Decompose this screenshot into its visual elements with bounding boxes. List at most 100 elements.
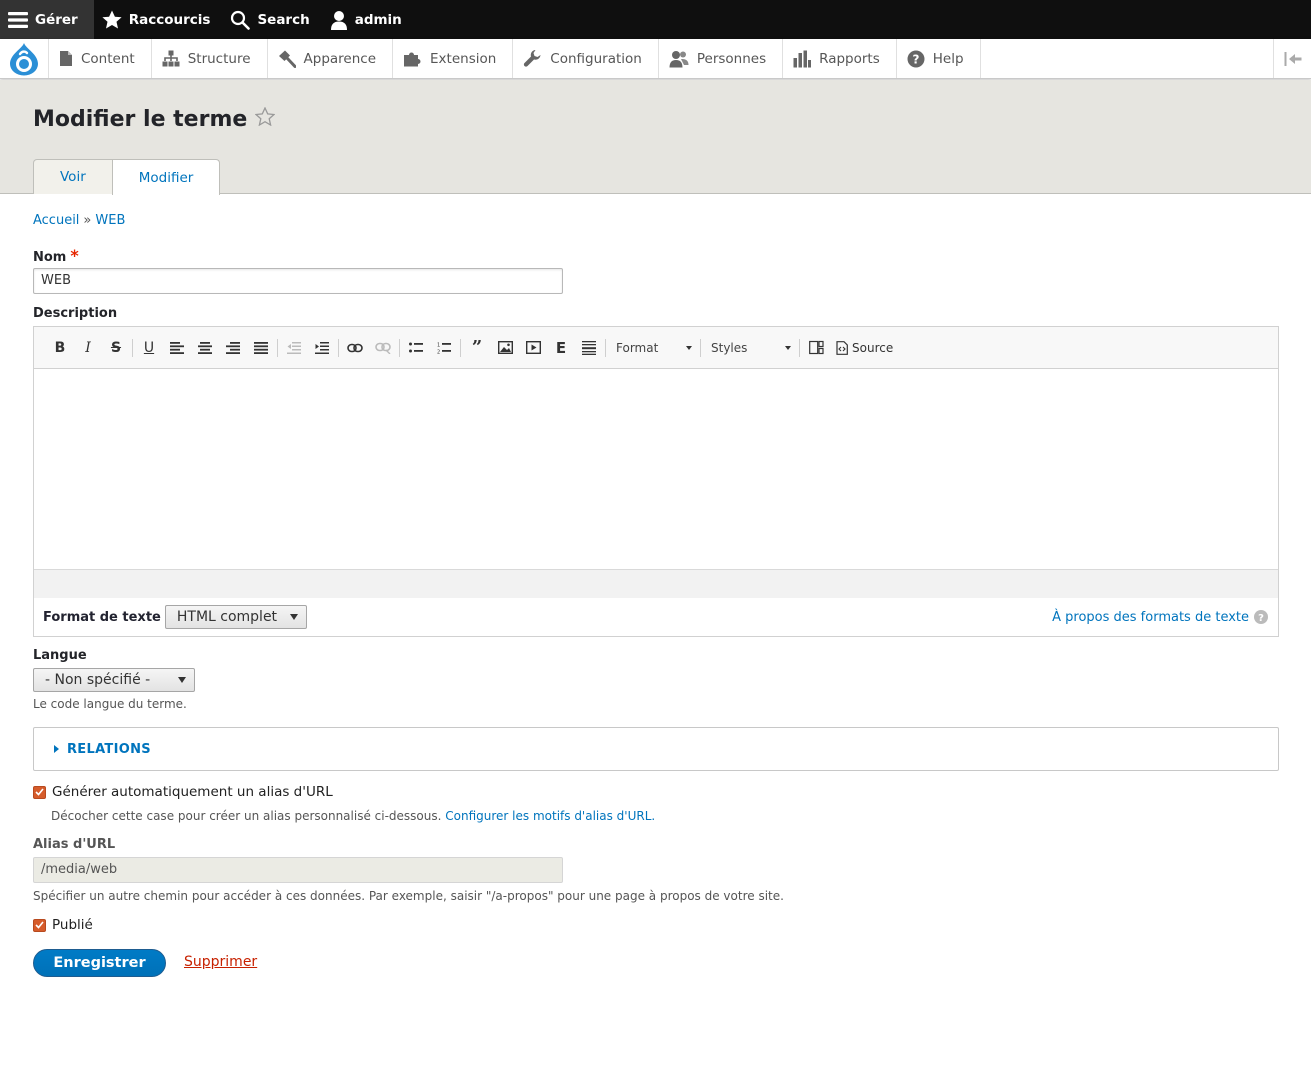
toolbar-manage[interactable]: Gérer bbox=[0, 0, 94, 39]
text-format-value: HTML complet bbox=[176, 609, 278, 625]
tab-view[interactable]: Voir bbox=[33, 159, 113, 194]
page-header: Modifier le terme Voir Modifier bbox=[0, 80, 1311, 195]
pathauto-label: Générer automatiquement un alias d'URL bbox=[52, 784, 333, 800]
video-icon bbox=[525, 341, 541, 354]
tray-item-label: Help bbox=[932, 50, 964, 67]
toolbar-user[interactable]: admin bbox=[322, 0, 414, 39]
tray-item-help[interactable]: ? Help bbox=[897, 39, 981, 78]
underline-icon: U bbox=[143, 339, 155, 356]
admin-toolbar: Gérer Raccourcis Search admin bbox=[0, 0, 1311, 39]
tray-item-label: Apparence bbox=[303, 50, 377, 67]
star-icon bbox=[102, 10, 122, 29]
chevron-down-icon bbox=[289, 614, 298, 620]
alias-field[interactable]: /media/web bbox=[33, 857, 563, 883]
embed-entity-button[interactable]: E bbox=[547, 335, 575, 361]
media-embed-button[interactable] bbox=[519, 335, 547, 361]
outdent-button[interactable] bbox=[280, 335, 308, 361]
tray-item-configuration[interactable]: Configuration bbox=[513, 39, 659, 78]
tray-item-people[interactable]: Personnes bbox=[659, 39, 784, 78]
name-field[interactable]: WEB bbox=[33, 268, 563, 294]
link-button[interactable] bbox=[341, 335, 369, 361]
relations-summary: RELATIONS bbox=[67, 741, 151, 757]
breadcrumb-current[interactable]: WEB bbox=[95, 213, 125, 228]
page-title: Modifier le terme bbox=[33, 106, 276, 132]
text-format-help: À propos des formats de texte ? bbox=[1052, 610, 1268, 625]
italic-button[interactable]: I bbox=[74, 335, 102, 361]
puzzle-icon bbox=[403, 50, 422, 67]
tray-item-appearance[interactable]: Apparence bbox=[268, 39, 394, 78]
save-button[interactable]: Enregistrer bbox=[33, 949, 166, 977]
blockquote-button[interactable]: ” bbox=[463, 335, 491, 361]
show-blocks-button[interactable] bbox=[802, 335, 830, 361]
language-select[interactable]: - Non spécifié - bbox=[33, 668, 195, 692]
tray-item-structure[interactable]: Structure bbox=[152, 39, 268, 78]
relations-details[interactable]: RELATIONS bbox=[33, 727, 1279, 771]
language-label: Langue bbox=[33, 648, 87, 663]
tab-edit[interactable]: Modifier bbox=[111, 159, 221, 195]
toolbar-search[interactable]: Search bbox=[222, 0, 321, 39]
admin-tray: Content Structure Apparence Extension Co… bbox=[0, 39, 1311, 79]
svg-text:?: ? bbox=[912, 52, 919, 66]
justify-button[interactable] bbox=[247, 335, 275, 361]
checkmark-icon bbox=[35, 921, 44, 929]
wrench-icon bbox=[523, 49, 542, 68]
name-label: Nom * bbox=[33, 246, 79, 265]
horizontal-rule-button[interactable] bbox=[575, 335, 603, 361]
bulleted-list-button[interactable] bbox=[402, 335, 430, 361]
align-center-button[interactable] bbox=[191, 335, 219, 361]
drupal-logo[interactable] bbox=[0, 39, 49, 78]
help-icon: ? bbox=[907, 50, 925, 68]
editor-content-area[interactable] bbox=[34, 369, 1278, 569]
breadcrumb: Accueil » WEB bbox=[33, 213, 125, 228]
indent-button[interactable] bbox=[308, 335, 336, 361]
toolbar-shortcuts[interactable]: Raccourcis bbox=[94, 0, 223, 39]
pathauto-checkbox[interactable] bbox=[33, 785, 46, 799]
align-center-icon bbox=[198, 341, 212, 354]
unlink-button[interactable] bbox=[369, 335, 397, 361]
show-blocks-icon bbox=[808, 340, 824, 355]
toolbar-user-label: admin bbox=[354, 11, 402, 28]
tray-item-reports[interactable]: Rapports bbox=[783, 39, 897, 78]
align-left-button[interactable] bbox=[163, 335, 191, 361]
underline-button[interactable]: U bbox=[135, 335, 163, 361]
svg-text:2: 2 bbox=[437, 349, 440, 354]
format-combo[interactable]: Format bbox=[608, 335, 698, 361]
strike-button[interactable]: S bbox=[102, 335, 130, 361]
horizontal-rule-icon bbox=[582, 340, 596, 355]
strikethrough-icon: S bbox=[110, 339, 122, 356]
people-icon bbox=[669, 50, 689, 68]
tray-item-extension[interactable]: Extension bbox=[393, 39, 514, 78]
tray-orientation-toggle[interactable] bbox=[1273, 39, 1311, 78]
pathauto-config-link[interactable]: Configurer les motifs d'alias d'URL. bbox=[445, 809, 655, 823]
breadcrumb-home[interactable]: Accueil bbox=[33, 213, 79, 228]
numbered-list-button[interactable]: 12 bbox=[430, 335, 458, 361]
text-format-select[interactable]: HTML complet bbox=[164, 605, 307, 629]
published-checkbox[interactable] bbox=[33, 918, 46, 932]
tray-item-label: Personnes bbox=[696, 50, 767, 67]
breadcrumb-separator: » bbox=[83, 213, 92, 228]
svg-text:?: ? bbox=[1258, 613, 1264, 624]
alias-label: Alias d'URL bbox=[33, 837, 116, 852]
pathauto-description: Décocher cette case pour créer un alias … bbox=[51, 809, 655, 823]
chevron-down-icon bbox=[686, 345, 692, 350]
triangle-right-icon bbox=[54, 745, 59, 753]
language-value: - Non spécifié - bbox=[45, 672, 151, 688]
bold-button[interactable]: B bbox=[46, 335, 74, 361]
delete-link[interactable]: Supprimer bbox=[184, 954, 257, 970]
image-button[interactable] bbox=[491, 335, 519, 361]
sitemap-icon bbox=[162, 50, 180, 67]
checkmark-icon bbox=[35, 788, 44, 796]
toolbar-shortcuts-label: Raccourcis bbox=[128, 11, 211, 28]
styles-combo[interactable]: Styles bbox=[703, 335, 797, 361]
paintbrush-icon bbox=[278, 50, 296, 68]
source-button[interactable]: Source bbox=[830, 341, 899, 355]
source-code-icon bbox=[836, 340, 848, 355]
indent-icon bbox=[315, 341, 329, 354]
page-title-text: Modifier le terme bbox=[33, 107, 248, 132]
text-format-help-link[interactable]: À propos des formats de texte bbox=[1052, 610, 1249, 625]
align-right-button[interactable] bbox=[219, 335, 247, 361]
published-checkbox-row: Publié bbox=[33, 917, 93, 933]
user-icon bbox=[330, 10, 348, 30]
shortcut-star-icon[interactable] bbox=[254, 106, 276, 132]
tray-item-content[interactable]: Content bbox=[49, 39, 152, 78]
